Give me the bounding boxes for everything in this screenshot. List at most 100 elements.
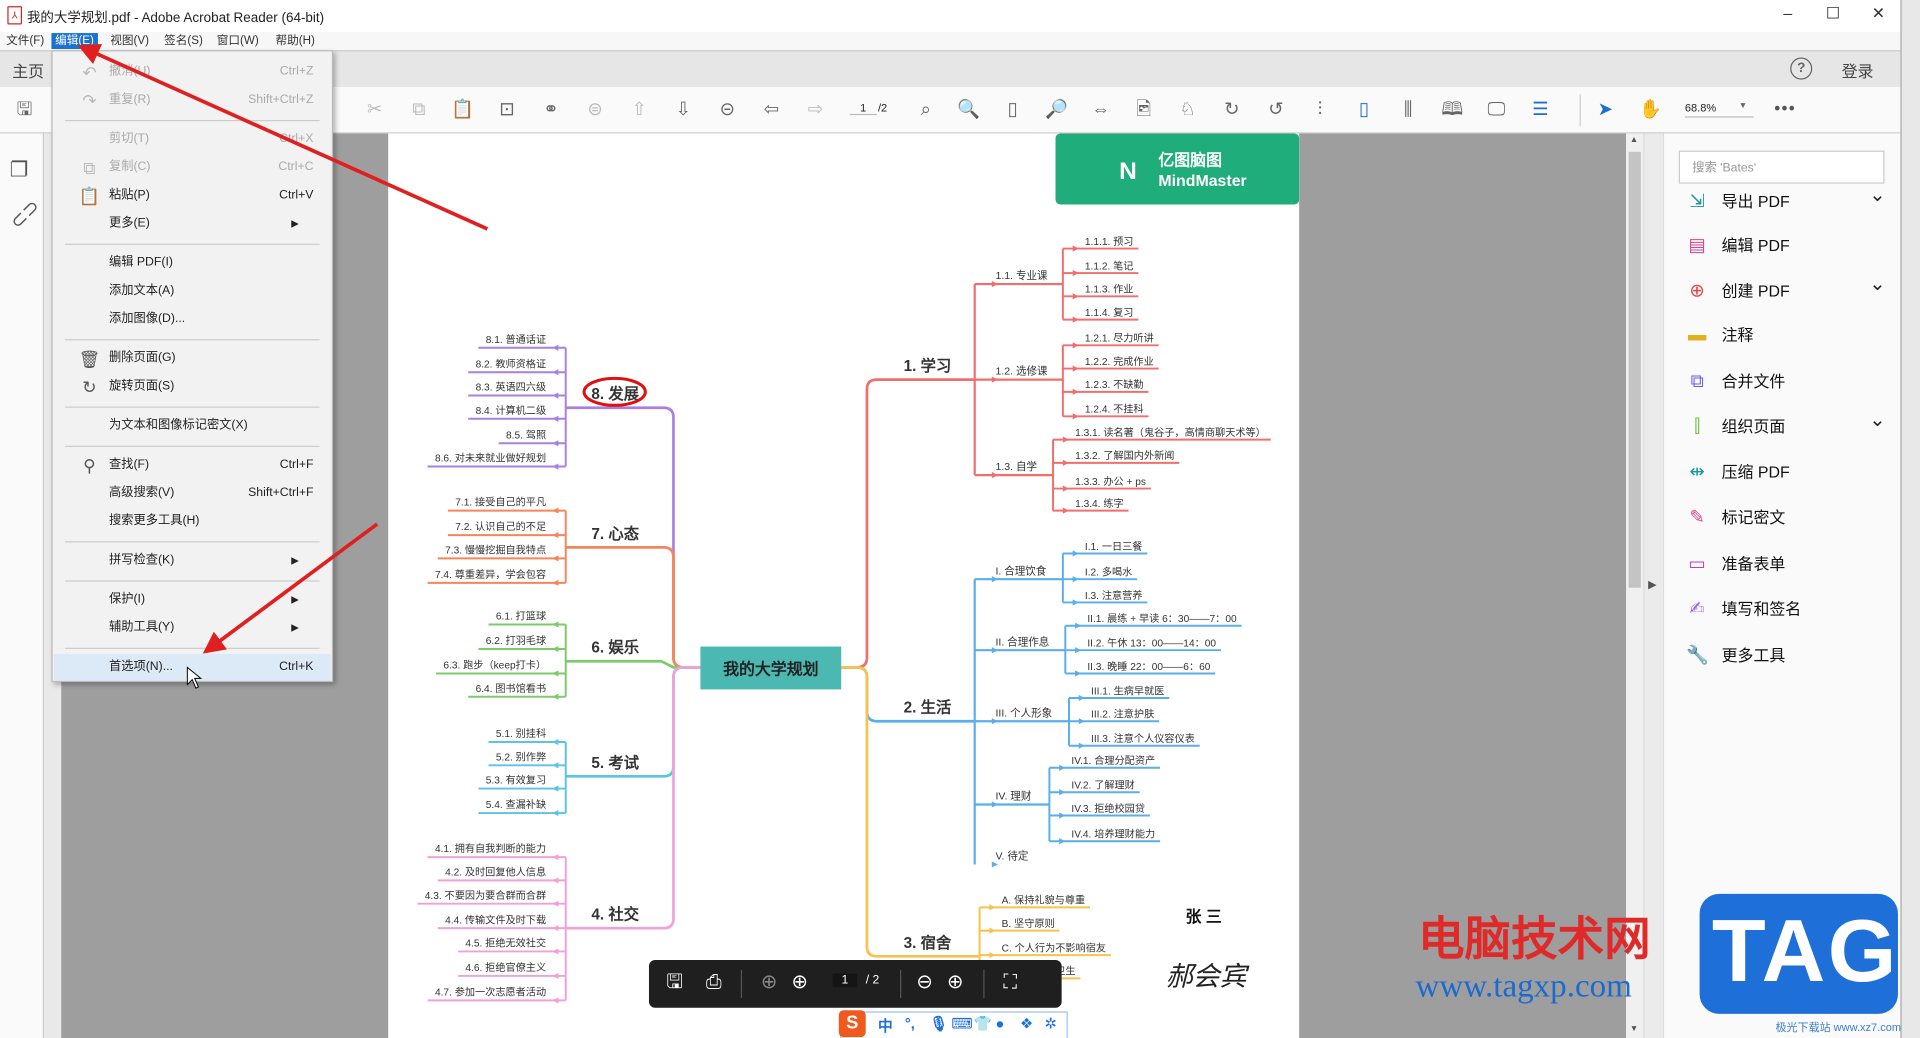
clipboard-icon[interactable]: 📋 [451, 98, 475, 122]
scroll-mode-icon[interactable]: ☰ [1528, 98, 1552, 122]
rotate-clockwise-icon[interactable]: ↻ [1220, 98, 1244, 122]
menu-item-2[interactable]: 剪切(T) Ctrl+X [54, 126, 331, 153]
tool-comment[interactable]: ▬ 注释 [1676, 317, 1890, 354]
tool-fill-sign[interactable]: ✍ 填写和签名 [1676, 591, 1890, 628]
menu-item-13[interactable]: 高级搜索(V) Shift+Ctrl+F [54, 480, 331, 507]
menu-item-15[interactable]: 拼写检查(K) ▶ [54, 547, 331, 574]
menu-sign[interactable]: 签名(S) [160, 33, 206, 49]
save-icon[interactable]: 🖫 [12, 98, 36, 122]
help-icon[interactable]: ? [1790, 57, 1813, 80]
tool-redact[interactable]: ✎ 标记密文 [1676, 500, 1890, 537]
menu-item-16[interactable]: 保护(I) ▶ [54, 587, 331, 614]
float-page-input[interactable]: 1 [832, 973, 858, 987]
copy-icon[interactable]: ⧉ [407, 98, 431, 122]
menu-window[interactable]: 窗口(W) [213, 33, 262, 49]
find-in-page-icon[interactable]: 🔎 [1044, 98, 1068, 122]
read-aloud-icon[interactable]: ♘ [1176, 98, 1200, 122]
attachments-icon[interactable]: ⊂⊃ [5, 194, 46, 235]
more-options-icon[interactable]: ••• [1774, 98, 1796, 118]
last-page-icon[interactable]: ⊝ [715, 98, 739, 122]
menu-item-12[interactable]: ⚲ 查找(F) Ctrl+F [54, 452, 331, 479]
save-icon[interactable]: 🖫 [661, 971, 688, 995]
menu-item-4[interactable]: 📋 粘贴(P) Ctrl+V [54, 182, 331, 209]
tool-compress-pdf[interactable]: ⇹ 压缩 PDF [1676, 454, 1890, 491]
minimize-button[interactable]: – [1773, 4, 1802, 22]
menu-item-5[interactable]: 更多(E) ▶ [54, 211, 331, 238]
menu-edit[interactable]: 编辑(E) [51, 33, 98, 49]
maximize-button[interactable]: ☐ [1818, 4, 1847, 24]
close-button[interactable]: ✕ [1864, 4, 1893, 24]
menu-item-1[interactable]: ↷ 重复(R) Shift+Ctrl+Z [54, 87, 331, 114]
presentation-icon[interactable]: 🖵 [1484, 98, 1508, 122]
cut-icon[interactable]: ✂ [362, 98, 386, 122]
rotate-counterclockwise-icon[interactable]: ↺ [1264, 98, 1288, 122]
menu-item-6[interactable]: 编辑 PDF(I) [54, 250, 331, 277]
page-thumbnails-icon[interactable]: ❐ [10, 158, 29, 182]
scroll-up-icon[interactable]: ▲ [1630, 136, 1638, 145]
tool-more-tools[interactable]: 🔧 更多工具 [1676, 638, 1890, 675]
zoom-level-select[interactable]: 68.8% ▼ [1684, 102, 1754, 118]
skin-icon[interactable]: 👕 [973, 1015, 991, 1032]
next-page-icon[interactable]: ⊕ [786, 971, 813, 995]
microphone-icon[interactable]: 🎙 [929, 1015, 948, 1032]
zoom-in-icon[interactable]: ⊕ [942, 971, 969, 995]
hand-tool-icon[interactable]: ✋ [1638, 98, 1662, 122]
menu-item-3[interactable]: ⧉ 复制(C) Ctrl+C [54, 154, 331, 181]
expand-right-icon[interactable]: ▶ [1648, 578, 1656, 591]
menu-item-18[interactable]: 首选项(N)... Ctrl+K [53, 653, 331, 681]
tool-create-pdf[interactable]: ⊕ 创建 PDF ⌄ [1676, 273, 1890, 310]
fit-page-icon[interactable]: ▯ [1000, 98, 1024, 122]
zoom-icon[interactable]: 🔍 [956, 98, 980, 122]
chevron-down-icon[interactable]: ⌄ [1869, 178, 1885, 215]
menu-view[interactable]: 视图(V) [107, 33, 153, 49]
scrollbar-thumb[interactable] [1628, 151, 1641, 588]
ime-mode[interactable]: 中 [878, 1015, 893, 1036]
menu-item-8[interactable]: 添加图像(D)... [54, 306, 331, 333]
tool-organize-pages[interactable]: ⫿ 组织页面 ⌄ [1676, 409, 1890, 446]
menu-item-11[interactable]: 为文本和图像标记密文(X) [54, 413, 331, 440]
print-icon[interactable]: ⎙ [700, 971, 727, 995]
tools-search-input[interactable]: 搜索 'Bates' [1678, 150, 1885, 184]
tab-home[interactable]: 主页 [12, 59, 44, 82]
back-icon[interactable]: ⇦ [759, 98, 783, 122]
first-page-icon[interactable]: ⊜ [583, 98, 607, 122]
image-icon[interactable]: 🖻 [1131, 98, 1155, 122]
login-button[interactable]: 登录 [1842, 59, 1874, 82]
menu-item-10[interactable]: ↻ 旋转页面(S) [54, 373, 331, 400]
forward-icon[interactable]: ⇨ [803, 98, 827, 122]
page-break-icon[interactable]: ⫶ [1308, 98, 1332, 122]
chevron-down-icon[interactable]: ⌄ [1869, 403, 1885, 440]
previous-page-icon[interactable]: ⇧ [627, 98, 651, 122]
menu-item-7[interactable]: 添加文本(A) [54, 278, 331, 305]
page-number-input[interactable]: 1 [849, 102, 877, 116]
previous-page-icon[interactable]: ⊕ [756, 971, 783, 995]
fit-page-icon[interactable]: ⛶ [997, 971, 1024, 995]
robot-icon[interactable]: ● [996, 1015, 1005, 1032]
tool-prepare-form[interactable]: ▭ 准备表单 [1676, 546, 1890, 583]
menu-help[interactable]: 帮助(H) [272, 33, 319, 49]
next-page-icon[interactable]: ⇩ [671, 98, 695, 122]
marquee-zoom-icon[interactable]: ⌕ [913, 98, 937, 122]
zoom-out-icon[interactable]: ⊖ [911, 971, 938, 995]
tool-edit-pdf[interactable]: ▤ 编辑 PDF [1676, 228, 1890, 265]
book-view-icon[interactable]: 🕮 [1440, 98, 1464, 122]
keyboard-icon[interactable]: ⌨ [951, 1015, 972, 1032]
two-page-icon[interactable]: ⫼ [1396, 98, 1420, 122]
tool-export-pdf[interactable]: ⇲ 导出 PDF ⌄ [1676, 184, 1890, 221]
find-icon[interactable]: ⚭ [539, 98, 563, 122]
punctuation-icon[interactable]: °, [905, 1015, 915, 1032]
sogou-logo-icon[interactable]: S [838, 1010, 866, 1038]
select-cursor-icon[interactable]: ➤ [1593, 98, 1617, 122]
menu-item-9[interactable]: 🗑 删除页面(G) [54, 345, 331, 372]
menu-file[interactable]: 文件(F) [2, 33, 47, 49]
apps-icon[interactable]: ❖ [1020, 1015, 1033, 1032]
settings-icon[interactable]: ✲ [1044, 1015, 1056, 1032]
tool-combine-files[interactable]: ⧉ 合并文件 [1676, 364, 1890, 401]
menu-item-17[interactable]: 辅助工具(Y) ▶ [54, 615, 331, 642]
menu-item-0[interactable]: ↶ 撤消(U) Ctrl+Z [54, 59, 331, 86]
fit-width-icon[interactable]: ⇔ [1089, 98, 1113, 122]
menu-item-14[interactable]: 搜索更多工具(H) [54, 508, 331, 535]
snapshot-icon[interactable]: ⊡ [495, 98, 519, 122]
single-page-icon[interactable]: ▯ [1352, 98, 1376, 122]
chevron-down-icon[interactable]: ⌄ [1869, 267, 1885, 304]
